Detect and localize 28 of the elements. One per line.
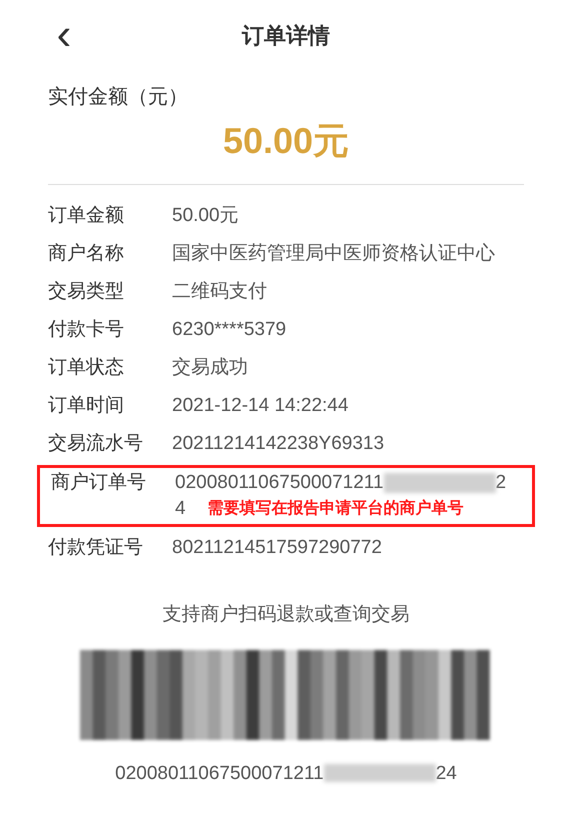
barcode-caption: 支持商户扫码退款或查询交易 xyxy=(162,603,410,627)
barcode-number: 02008011067500071211 xyxy=(115,762,324,784)
field-label: 订单状态 xyxy=(48,356,125,380)
field-value: 6230****5379 xyxy=(172,318,288,342)
field-label: 交易类型 xyxy=(48,280,125,304)
field-value: 2 xyxy=(496,472,506,493)
field-label: 交易流水号 xyxy=(48,432,144,456)
field-value: 20211214142238Y69313 xyxy=(172,432,386,456)
field-value: 02008011067500071211 xyxy=(175,472,384,493)
field-value: 50.00元 xyxy=(172,204,240,228)
field-value: 国家中医药管理局中医师资格认证中心 xyxy=(172,242,496,266)
page-title: 订单详情 xyxy=(242,22,330,50)
amount-value: 50.00元 xyxy=(222,119,350,163)
field-label: 订单时间 xyxy=(48,394,125,418)
barcode-number: 24 xyxy=(436,762,457,784)
annotation-note: 需要填写在报告申请平台的商户单号 xyxy=(208,498,464,519)
field-label: 商户订单号 xyxy=(51,471,147,495)
field-value: 2021-12-14 14:22:44 xyxy=(172,394,350,418)
field-label: 商户名称 xyxy=(48,242,125,266)
field-value: 80211214517597290772 xyxy=(172,536,383,560)
back-button[interactable]: ‹ xyxy=(48,13,80,57)
field-label: 付款凭证号 xyxy=(48,536,144,560)
field-value: 二维码支付 xyxy=(172,280,268,304)
field-value: 4 xyxy=(175,498,186,519)
amount-label: 实付金额（元） xyxy=(48,85,189,110)
field-value: 交易成功 xyxy=(172,356,249,380)
field-label: 订单金额 xyxy=(48,204,125,228)
field-label: 付款卡号 xyxy=(48,318,125,342)
